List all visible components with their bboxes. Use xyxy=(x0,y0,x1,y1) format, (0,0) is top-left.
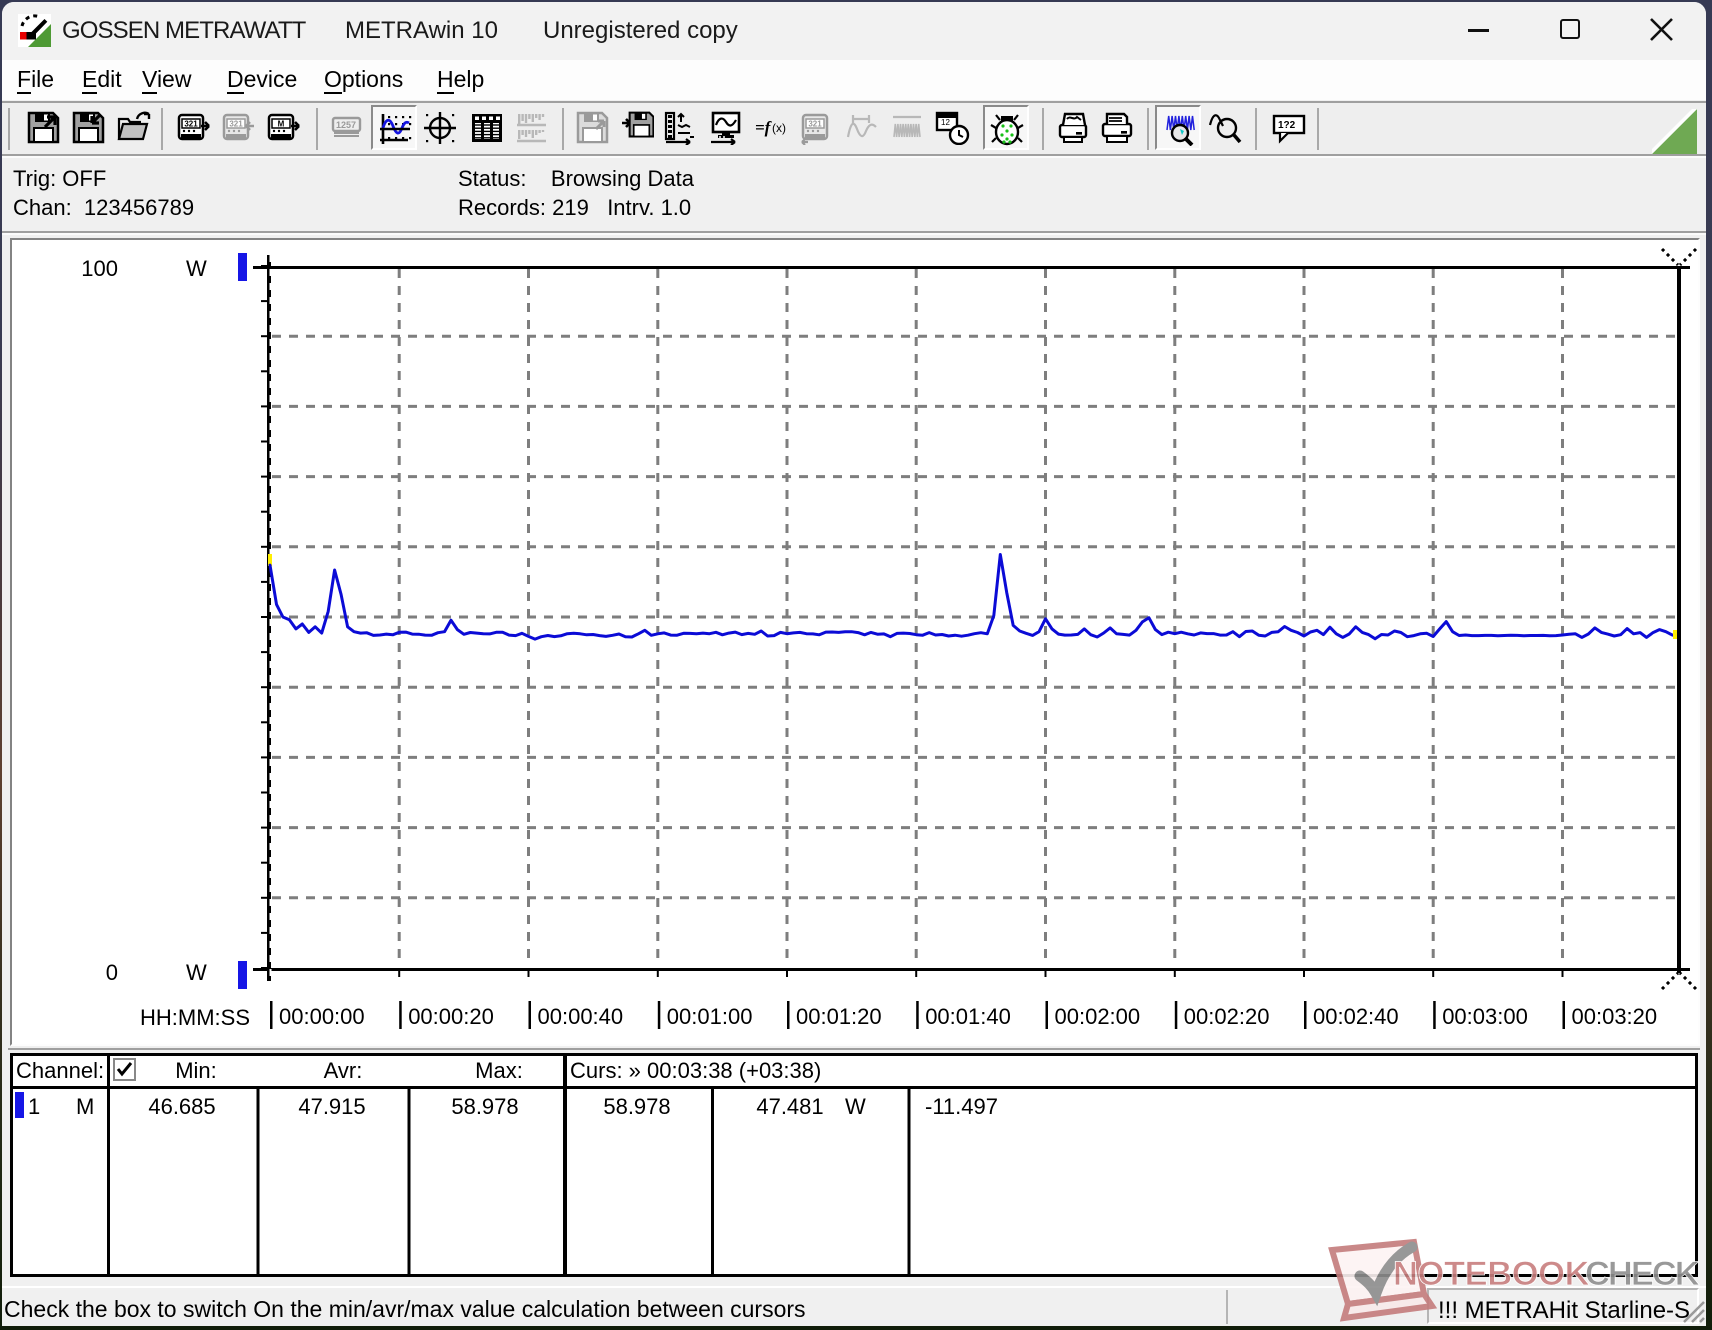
svg-text:46.685: 46.685 xyxy=(148,1094,215,1119)
svg-text:00:00:20: 00:00:20 xyxy=(408,1004,494,1029)
svg-text:NOTEBOOK: NOTEBOOK xyxy=(1393,1255,1590,1293)
svg-text:0: 0 xyxy=(106,960,118,985)
svg-text:00:01:40: 00:01:40 xyxy=(925,1004,1011,1029)
svg-text:Min:: Min: xyxy=(175,1058,217,1083)
svg-text:Max:: Max: xyxy=(475,1058,523,1083)
svg-text:321: 321 xyxy=(229,120,243,129)
svg-text:M: M xyxy=(76,1094,94,1119)
svg-text:00:02:40: 00:02:40 xyxy=(1313,1004,1399,1029)
svg-text:321: 321 xyxy=(808,120,822,129)
svg-text:W: W xyxy=(186,256,207,281)
svg-text:=f: =f xyxy=(755,118,773,137)
svg-text:1: 1 xyxy=(28,1094,40,1119)
svg-text:1257: 1257 xyxy=(336,120,356,130)
svg-text:47.481: 47.481 xyxy=(756,1094,823,1119)
svg-text:W: W xyxy=(186,960,207,985)
svg-text:00:03:20: 00:03:20 xyxy=(1572,1004,1658,1029)
svg-text:HH:MM:SS: HH:MM:SS xyxy=(140,1005,250,1030)
svg-text:-11.497: -11.497 xyxy=(925,1094,998,1119)
svg-text:100: 100 xyxy=(81,256,118,281)
svg-text:(x): (x) xyxy=(772,121,786,135)
svg-text:Avr:: Avr: xyxy=(324,1058,363,1083)
svg-text:00:03:00: 00:03:00 xyxy=(1442,1004,1528,1029)
svg-text:58.978: 58.978 xyxy=(451,1094,518,1119)
svg-text:Channel:: Channel: xyxy=(16,1058,104,1083)
svg-text:12: 12 xyxy=(941,118,950,127)
svg-text:CHECK: CHECK xyxy=(1585,1255,1700,1293)
svg-text:00:00:00: 00:00:00 xyxy=(279,1004,365,1029)
svg-text:47.915: 47.915 xyxy=(298,1094,365,1119)
svg-text:Curs: » 00:03:38 (+03:38): Curs: » 00:03:38 (+03:38) xyxy=(570,1058,821,1083)
svg-text:00:01:20: 00:01:20 xyxy=(796,1004,882,1029)
svg-text:00:01:00: 00:01:00 xyxy=(667,1004,753,1029)
svg-text:00:02:00: 00:02:00 xyxy=(1055,1004,1141,1029)
svg-text:M: M xyxy=(278,120,285,129)
svg-text:58.978: 58.978 xyxy=(603,1094,670,1119)
svg-text:00:02:20: 00:02:20 xyxy=(1184,1004,1270,1029)
svg-text:321: 321 xyxy=(184,120,198,129)
svg-text:1?2: 1?2 xyxy=(1278,120,1296,131)
svg-text:W: W xyxy=(845,1094,866,1119)
svg-text:00:00:40: 00:00:40 xyxy=(538,1004,624,1029)
